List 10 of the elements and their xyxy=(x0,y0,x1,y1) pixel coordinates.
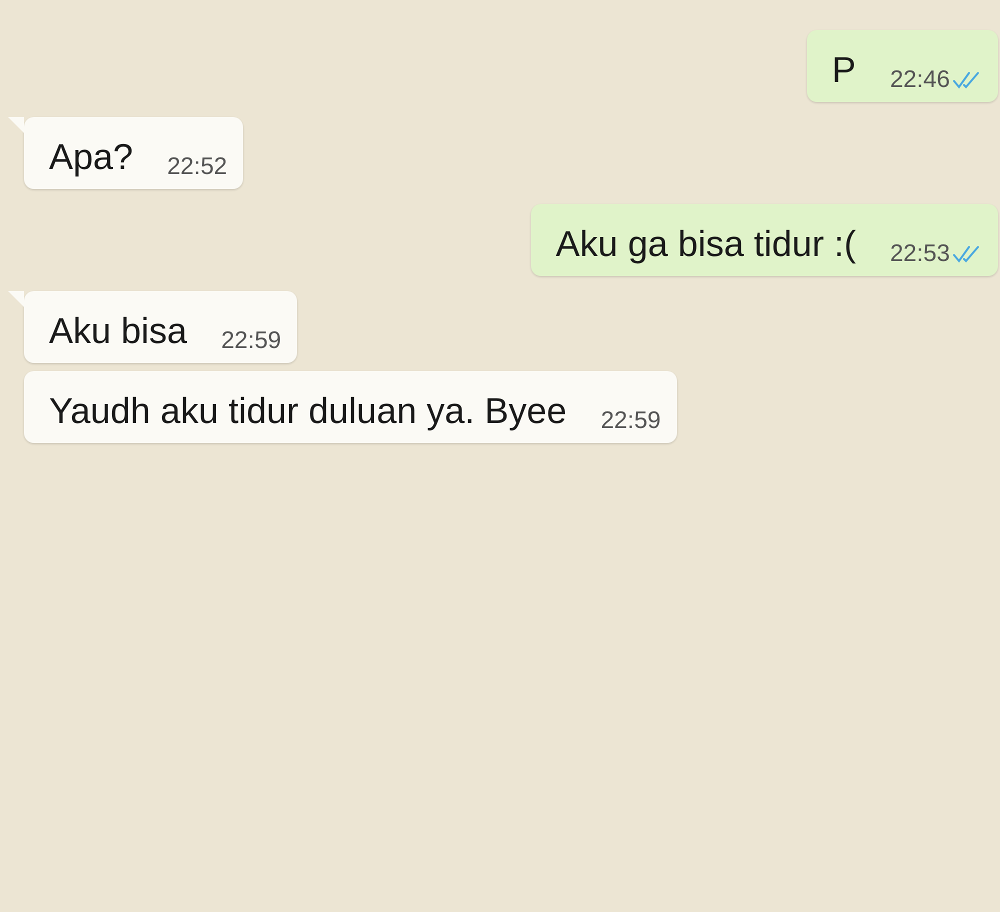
message-text: P xyxy=(832,48,856,92)
message-time: 22:59 xyxy=(221,327,282,355)
message-text: Aku bisa xyxy=(49,309,188,353)
message-time: 22:53 xyxy=(890,240,950,268)
message-text: Aku ga bisa tidur :( xyxy=(556,222,856,266)
message-text: Yaudh aku tidur duluan ya. Byee xyxy=(49,389,567,433)
message-time: 22:52 xyxy=(167,153,228,181)
message-time: 22:46 xyxy=(890,66,950,94)
message-text: Apa? xyxy=(49,135,134,179)
message-time: 22:59 xyxy=(600,407,661,435)
